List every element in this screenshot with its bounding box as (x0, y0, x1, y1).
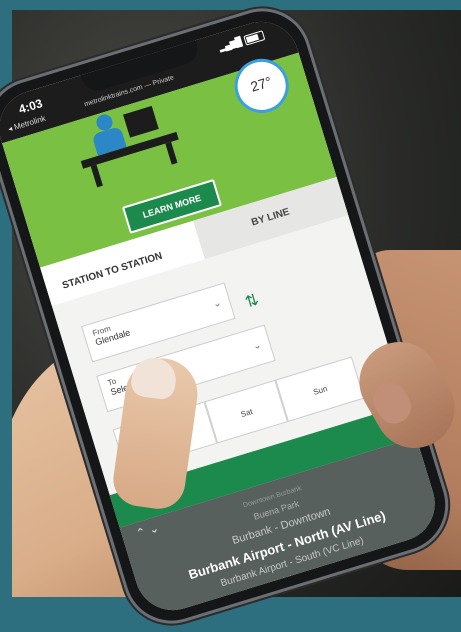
swap-stations-icon[interactable]: ⇅ (243, 290, 262, 313)
day-option-mon-fri[interactable]: ✓ Mon-Fri (112, 401, 218, 472)
day-option-sat[interactable]: Sat (204, 379, 289, 444)
day-option-sun[interactable]: Sun (275, 356, 365, 422)
chevron-down-icon: ⌄ (251, 339, 263, 353)
status-time: 4:03 (17, 96, 45, 117)
desk-leg (90, 164, 103, 188)
chevron-down-icon: ⌄ (211, 297, 223, 311)
day-label: Sun (312, 384, 329, 397)
signal-icon: ▂▄▆█ (217, 36, 243, 53)
monitor-illustration (123, 105, 159, 138)
day-label: Sat (239, 407, 254, 420)
battery-icon (243, 30, 266, 46)
desk-leg (165, 141, 178, 165)
